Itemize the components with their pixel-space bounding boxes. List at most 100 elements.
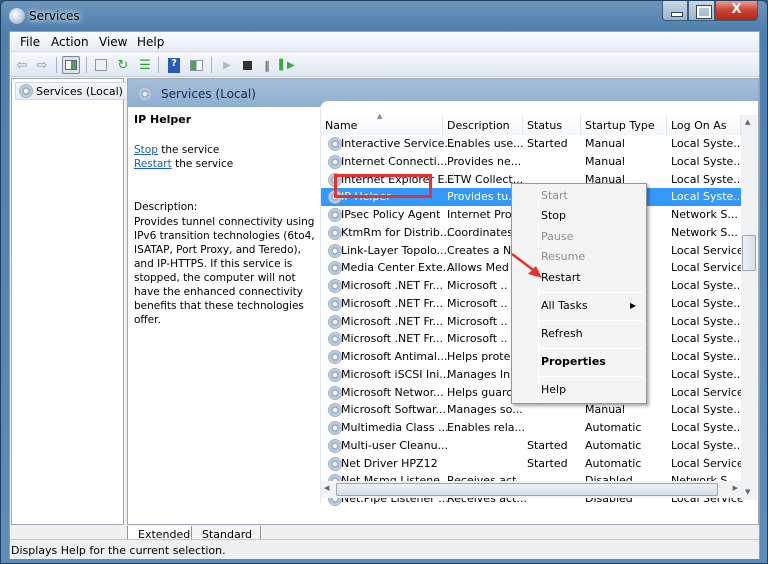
stop-service-link[interactable]: Stop xyxy=(134,144,158,156)
maximize-button[interactable] xyxy=(688,1,715,21)
cell-name: Multimedia Class ... xyxy=(341,421,449,434)
pause-service-icon[interactable]: ‖ xyxy=(258,56,276,74)
sort-ascending-icon: ▲ xyxy=(377,112,383,120)
gear-icon xyxy=(328,137,342,151)
properties-icon[interactable] xyxy=(92,56,110,74)
services-window: Services X File Action View Help ⇦ ⇨ ↻ ☰… xyxy=(0,0,768,564)
export-list-icon[interactable]: ☰ xyxy=(136,56,154,74)
cell-description: Internet Pro xyxy=(447,208,512,221)
cell-logon: Local Syste... xyxy=(671,172,744,186)
cell-startup: Manual xyxy=(585,403,625,417)
cell-description: Helps prote xyxy=(447,350,511,363)
show-hide-action-pane-icon[interactable] xyxy=(187,56,205,74)
context-menu-item-all-tasks[interactable]: All Tasks xyxy=(541,299,588,312)
cell-logon: Local Syste... xyxy=(671,350,744,363)
title-bar[interactable]: Services X xyxy=(1,1,767,31)
cell-name: Microsoft .NET Fr... xyxy=(341,296,443,310)
cell-logon: Local Syste... xyxy=(671,367,744,381)
menu-view[interactable]: View xyxy=(99,35,127,49)
menu-file[interactable]: File xyxy=(20,35,40,49)
column-header-name[interactable]: Name ▲ xyxy=(321,112,443,135)
gear-icon xyxy=(328,154,342,169)
table-row[interactable]: Net Driver HPZ12 Started Automatic Local Se… xyxy=(321,455,744,473)
minimize-button[interactable] xyxy=(662,1,688,21)
context-menu-separator xyxy=(539,348,643,349)
gear-icon xyxy=(328,208,342,222)
cell-logon: Local Syste... xyxy=(671,332,744,346)
horizontal-scroll-thumb[interactable] xyxy=(336,483,718,496)
vertical-scrollbar[interactable]: ▲ ▼ xyxy=(741,115,757,500)
context-menu-item-pause[interactable]: Pause xyxy=(541,230,573,243)
menu-action[interactable]: Action xyxy=(51,35,89,49)
cell-name: Microsoft .NET Fr... xyxy=(341,314,443,328)
back-arrow-icon[interactable]: ⇦ xyxy=(13,56,31,74)
help-icon[interactable]: ? xyxy=(165,56,183,74)
close-button[interactable]: X xyxy=(715,1,758,21)
cell-logon: Local Syste... xyxy=(671,137,744,150)
show-hide-console-tree-icon[interactable] xyxy=(62,56,80,74)
cell-logon: Local Syste... xyxy=(671,403,744,417)
context-menu-item-start[interactable]: Start xyxy=(541,189,568,202)
context-menu xyxy=(511,183,647,404)
table-row[interactable]: Internet Connecti... Provides ne... Manual… xyxy=(321,153,744,171)
refresh-icon[interactable]: ↻ xyxy=(114,56,132,74)
cell-description: Microsoft .. xyxy=(447,296,508,310)
toolbar-separator xyxy=(86,57,87,73)
description-panel: IP Helper Stop the service Restart the s… xyxy=(128,107,318,507)
restart-service-link[interactable]: Restart xyxy=(134,158,172,170)
cell-description: Allows Med xyxy=(447,261,509,275)
annotation-arrow xyxy=(511,253,542,278)
cell-name: Microsoft .NET Fr... xyxy=(341,279,443,292)
column-header-log-on-as[interactable]: Log On As xyxy=(667,115,741,135)
annotation-highlight-box xyxy=(334,174,432,198)
column-header-description[interactable]: Description xyxy=(443,115,523,135)
scroll-up-icon[interactable]: ▲ xyxy=(745,118,750,126)
cell-description: Provides tu... xyxy=(447,190,519,204)
restart-suffix: the service xyxy=(171,158,234,170)
cell-name: Net Driver HPZ12 xyxy=(341,456,438,470)
table-row[interactable]: Interactive Service... Enables use... Star… xyxy=(321,135,744,153)
cell-description: Enables rela... xyxy=(447,421,526,434)
vertical-scroll-thumb[interactable] xyxy=(742,235,756,271)
restart-service-icon[interactable]: ▌▶ xyxy=(278,56,296,74)
gear-icon xyxy=(328,385,342,400)
cell-startup: Manual xyxy=(585,154,625,168)
column-header-startup-type[interactable]: Startup Type xyxy=(581,115,667,135)
cell-description: Manages In xyxy=(447,367,511,381)
context-menu-item-stop[interactable]: Stop xyxy=(541,209,566,222)
start-service-icon[interactable]: ▶ xyxy=(218,56,236,74)
cell-logon: Network S... xyxy=(671,225,738,239)
cell-name: Microsoft iSCSI Ini... xyxy=(341,367,450,381)
forward-arrow-icon[interactable]: ⇨ xyxy=(33,56,51,74)
scroll-right-icon[interactable]: ▶ xyxy=(733,484,738,492)
cell-description: Provides ne... xyxy=(447,154,522,168)
cell-name: Microsoft Networ... xyxy=(341,385,444,399)
cell-startup: Automatic xyxy=(585,456,642,470)
gear-icon xyxy=(138,87,152,101)
gear-icon xyxy=(328,456,342,471)
context-menu-separator xyxy=(539,376,643,377)
cell-name: Link-Layer Topolo... xyxy=(341,243,448,257)
context-menu-item-help[interactable]: Help xyxy=(541,383,566,396)
horizontal-scrollbar[interactable]: ◀ ▶ xyxy=(321,481,741,498)
gear-icon xyxy=(328,438,342,453)
submenu-arrow-icon: ▶ xyxy=(630,301,637,310)
context-menu-item-properties[interactable]: Properties xyxy=(541,355,606,368)
cell-name: Media Center Exte... xyxy=(341,261,454,275)
column-header-status[interactable]: Status xyxy=(523,115,581,135)
stop-service-icon[interactable] xyxy=(238,56,256,74)
scroll-down-icon[interactable]: ▼ xyxy=(745,488,750,496)
tree-item-services-local[interactable]: Services (Local) xyxy=(15,82,128,100)
gear-icon xyxy=(328,261,342,276)
scroll-left-icon[interactable]: ◀ xyxy=(324,484,329,492)
cell-logon: Local Syste... xyxy=(671,154,744,168)
cell-logon: Local Syste... xyxy=(671,296,744,310)
tree-item-label: Services (Local) xyxy=(36,85,123,98)
menu-bar: File Action View Help xyxy=(10,32,759,52)
table-row[interactable]: Multi-user Cleanu... Started Automatic Loca… xyxy=(321,437,744,455)
menu-help[interactable]: Help xyxy=(137,35,164,49)
cell-logon: Local Syste... xyxy=(671,314,744,328)
context-menu-item-refresh[interactable]: Refresh xyxy=(541,327,583,340)
table-row[interactable]: Multimedia Class ... Enables rela... Autom… xyxy=(321,419,744,437)
cell-startup: Automatic xyxy=(585,438,642,452)
